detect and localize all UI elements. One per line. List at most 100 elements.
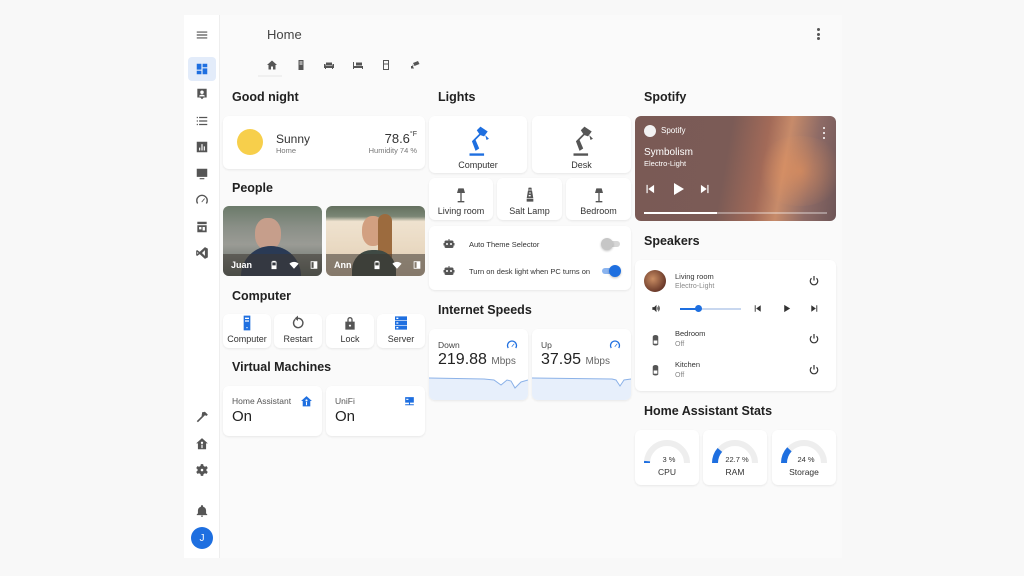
speed-label: Down bbox=[438, 340, 460, 350]
sidebar-item-developer-tools[interactable] bbox=[188, 405, 216, 429]
restart-button[interactable]: Restart bbox=[274, 314, 322, 348]
sidebar-item-overview[interactable] bbox=[188, 57, 216, 81]
light-label: Bedroom bbox=[580, 206, 617, 216]
lava-lamp-icon bbox=[526, 187, 533, 202]
bed-icon bbox=[352, 62, 363, 69]
play-icon[interactable] bbox=[670, 181, 686, 197]
gauge-label: CPU bbox=[658, 467, 676, 477]
overflow-menu-button[interactable] bbox=[812, 26, 824, 42]
account-box-icon bbox=[197, 88, 207, 100]
skip-next-icon[interactable] bbox=[698, 182, 712, 196]
tower-pc-icon bbox=[298, 60, 304, 70]
sidebar-item-history[interactable] bbox=[188, 135, 216, 159]
sidebar-item-supervisor[interactable] bbox=[188, 432, 216, 456]
gauge-value: 22.7 % bbox=[725, 455, 749, 464]
play-icon[interactable] bbox=[781, 303, 792, 314]
tab-computer[interactable] bbox=[287, 56, 316, 74]
gauge-label: RAM bbox=[725, 467, 745, 477]
automation-toggle-off[interactable] bbox=[601, 238, 621, 250]
skip-previous-icon[interactable] bbox=[643, 182, 657, 196]
gauge-card-storage[interactable]: 24 % Storage bbox=[772, 430, 836, 485]
speakers-card: Living room Electro-Light Bedroom Off Ki… bbox=[635, 260, 836, 391]
light-label: Computer bbox=[458, 160, 498, 170]
home-icon bbox=[267, 60, 278, 70]
tab-living-room[interactable] bbox=[315, 56, 344, 74]
page-title: Home bbox=[267, 27, 302, 42]
speed-label: Up bbox=[541, 340, 552, 350]
lock-icon bbox=[345, 317, 355, 330]
volume-slider-handle[interactable] bbox=[694, 305, 702, 312]
sidebar-item-logbook[interactable] bbox=[188, 109, 216, 133]
automation-label: Turn on desk light when PC turns on bbox=[469, 266, 591, 276]
weather-temperature: 78.6°F bbox=[384, 131, 417, 146]
skip-next-icon[interactable] bbox=[809, 303, 820, 314]
album-art bbox=[755, 136, 836, 206]
speedometer-icon bbox=[609, 340, 621, 349]
gauge-card-cpu[interactable]: 3 % CPU bbox=[635, 430, 699, 485]
vm-card-unifi[interactable]: UniFi On bbox=[326, 386, 425, 436]
sidebar-item-settings[interactable] bbox=[188, 458, 216, 482]
tab-home[interactable] bbox=[258, 56, 287, 74]
sidebar-item-speedtest[interactable] bbox=[188, 188, 216, 212]
battery-icon bbox=[374, 260, 380, 270]
person-card-ann[interactable]: Ann bbox=[326, 206, 425, 276]
vm-state: On bbox=[232, 408, 253, 425]
automation-toggle-on[interactable] bbox=[601, 265, 621, 277]
automation-row: Turn on desk light when PC turns on bbox=[429, 261, 631, 281]
vscode-icon bbox=[196, 247, 208, 259]
tab-bedroom[interactable] bbox=[344, 56, 373, 74]
light-living-room[interactable]: Living room bbox=[429, 178, 493, 220]
button-label: Lock bbox=[340, 334, 360, 344]
light-computer[interactable]: Computer bbox=[429, 116, 527, 173]
gauge-card-ram[interactable]: 22.7 % RAM bbox=[703, 430, 767, 485]
tab-cctv[interactable] bbox=[401, 56, 430, 74]
speaker-album-art bbox=[644, 270, 666, 292]
list-icon bbox=[196, 116, 208, 126]
speaker-status: Off bbox=[675, 341, 685, 348]
media-title: Symbolism bbox=[644, 147, 693, 158]
media-source: Spotify bbox=[661, 126, 686, 135]
computer-heading: Computer bbox=[232, 289, 292, 303]
greeting-heading: Good night bbox=[232, 90, 299, 104]
volume-high-icon[interactable] bbox=[651, 303, 662, 314]
light-bedroom[interactable]: Bedroom bbox=[566, 178, 631, 220]
speed-card-down[interactable]: Down 219.88 Mbps bbox=[429, 329, 528, 400]
sidebar-item-hacs[interactable] bbox=[188, 215, 216, 239]
power-icon[interactable] bbox=[808, 364, 820, 376]
tab-fridge[interactable] bbox=[372, 56, 401, 74]
sidebar-item-notifications[interactable] bbox=[188, 499, 216, 523]
spotify-media-card[interactable]: Spotify Symbolism Electro-Light bbox=[635, 116, 836, 221]
speedometer-icon bbox=[196, 194, 208, 204]
light-label: Living room bbox=[437, 206, 485, 216]
computer-button[interactable]: Computer bbox=[223, 314, 271, 348]
person-card-juan[interactable]: Juan bbox=[223, 206, 322, 276]
sidebar-item-media[interactable] bbox=[188, 162, 216, 186]
speaker-status: Off bbox=[675, 372, 685, 379]
menu-button[interactable] bbox=[188, 23, 216, 47]
light-desk[interactable]: Desk bbox=[532, 116, 631, 173]
vm-card-home-assistant[interactable]: Home Assistant On bbox=[223, 386, 322, 436]
light-salt-lamp[interactable]: Salt Lamp bbox=[497, 178, 562, 220]
user-avatar[interactable]: J bbox=[191, 527, 213, 549]
cctv-icon bbox=[410, 61, 420, 69]
robot-icon bbox=[443, 266, 455, 275]
weather-card[interactable]: Sunny Home 78.6°F Humidity 74 % bbox=[223, 116, 425, 169]
door-icon bbox=[310, 261, 318, 269]
speed-sparkline bbox=[429, 377, 528, 400]
media-progress-fill bbox=[644, 212, 718, 214]
power-icon[interactable] bbox=[808, 275, 820, 287]
network-icon bbox=[405, 397, 414, 406]
speaker-name: Kitchen bbox=[675, 360, 701, 369]
lock-button[interactable]: Lock bbox=[326, 314, 374, 348]
speaker-icon bbox=[652, 365, 659, 376]
vm-name: UniFi bbox=[335, 396, 355, 406]
power-icon[interactable] bbox=[808, 333, 820, 345]
media-more-button[interactable] bbox=[821, 127, 827, 139]
sidebar-item-map[interactable] bbox=[188, 82, 216, 106]
sidebar-item-vscode[interactable] bbox=[188, 241, 216, 265]
skip-previous-icon[interactable] bbox=[752, 303, 763, 314]
speed-card-up[interactable]: Up 37.95 Mbps bbox=[532, 329, 631, 400]
automation-row: Auto Theme Selector bbox=[429, 234, 631, 254]
spotify-logo-icon bbox=[644, 125, 656, 137]
server-button[interactable]: Server bbox=[377, 314, 425, 348]
